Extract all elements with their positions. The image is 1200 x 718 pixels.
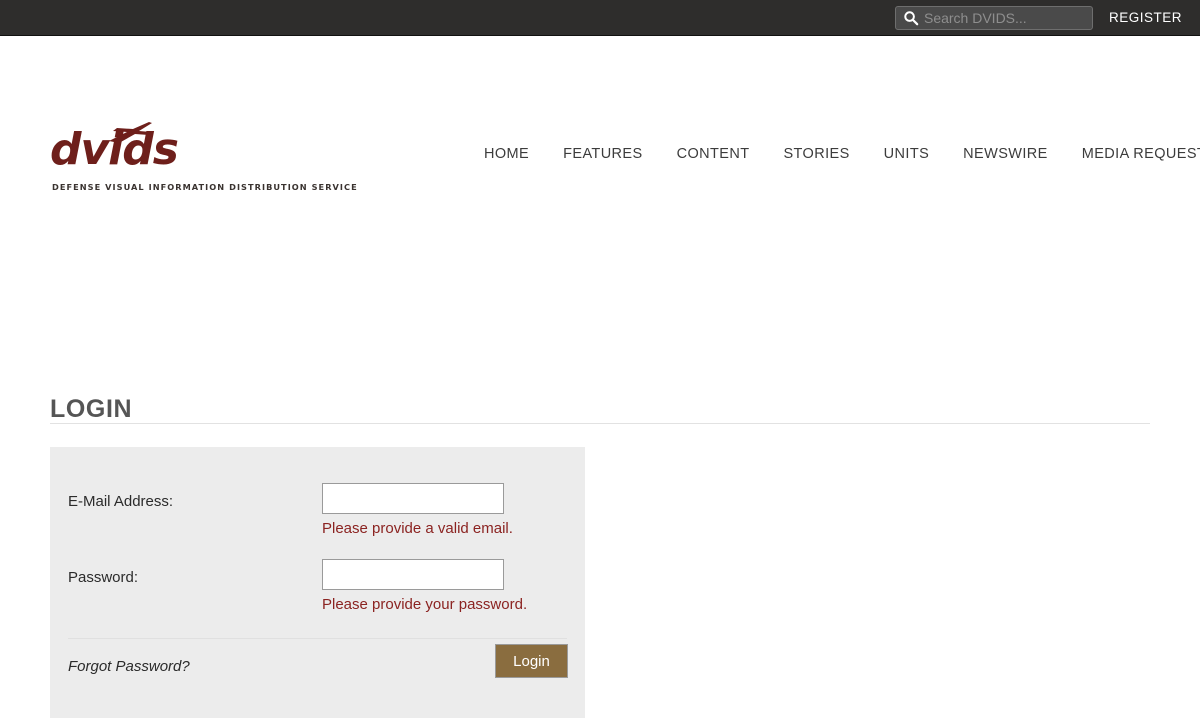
login-submit-button[interactable]: Login (495, 644, 568, 678)
search-input[interactable] (923, 7, 1105, 28)
title-divider (50, 423, 1150, 424)
password-field-group: Please provide your password. (322, 559, 527, 613)
email-field-group: Please provide a valid email. (322, 483, 513, 537)
site-logo[interactable]: dvids DEFENSE VISUAL INFORMATION DISTRIB… (50, 122, 357, 198)
nav-item-media-requests[interactable]: MEDIA REQUESTS (1065, 146, 1200, 162)
nav-item-home[interactable]: HOME (484, 146, 546, 162)
logo-mark: dvids (50, 122, 350, 174)
password-error-message: Please provide your password. (322, 596, 528, 613)
email-error-message: Please provide a valid email. (322, 520, 513, 537)
form-footer: Forgot Password? Login (50, 638, 585, 718)
nav-item-stories[interactable]: STORIES (766, 146, 866, 162)
nav-item-content[interactable]: CONTENT (660, 146, 767, 162)
jet-icon (105, 122, 157, 149)
password-input[interactable] (322, 559, 504, 590)
page-title: LOGIN (50, 394, 133, 423)
site-header: dvids DEFENSE VISUAL INFORMATION DISTRIB… (0, 36, 1200, 192)
logo-tagline: DEFENSE VISUAL INFORMATION DISTRIBUTION … (52, 182, 358, 192)
nav-item-units[interactable]: UNITS (867, 146, 947, 162)
login-form-panel: E-Mail Address: Please provide a valid e… (50, 447, 585, 718)
main-navigation: HOME FEATURES CONTENT STORIES UNITS NEWS… (484, 146, 1200, 162)
nav-item-newswire[interactable]: NEWSWIRE (946, 146, 1065, 162)
email-input[interactable] (322, 483, 504, 514)
nav-item-features[interactable]: FEATURES (546, 146, 659, 162)
register-link[interactable]: REGISTER (1109, 10, 1182, 25)
top-utility-bar: REGISTER (0, 0, 1200, 36)
forgot-password-link[interactable]: Forgot Password? (68, 658, 190, 675)
search-box[interactable] (894, 5, 1105, 30)
search-icon (902, 9, 920, 27)
email-label: E-Mail Address: (68, 493, 174, 510)
